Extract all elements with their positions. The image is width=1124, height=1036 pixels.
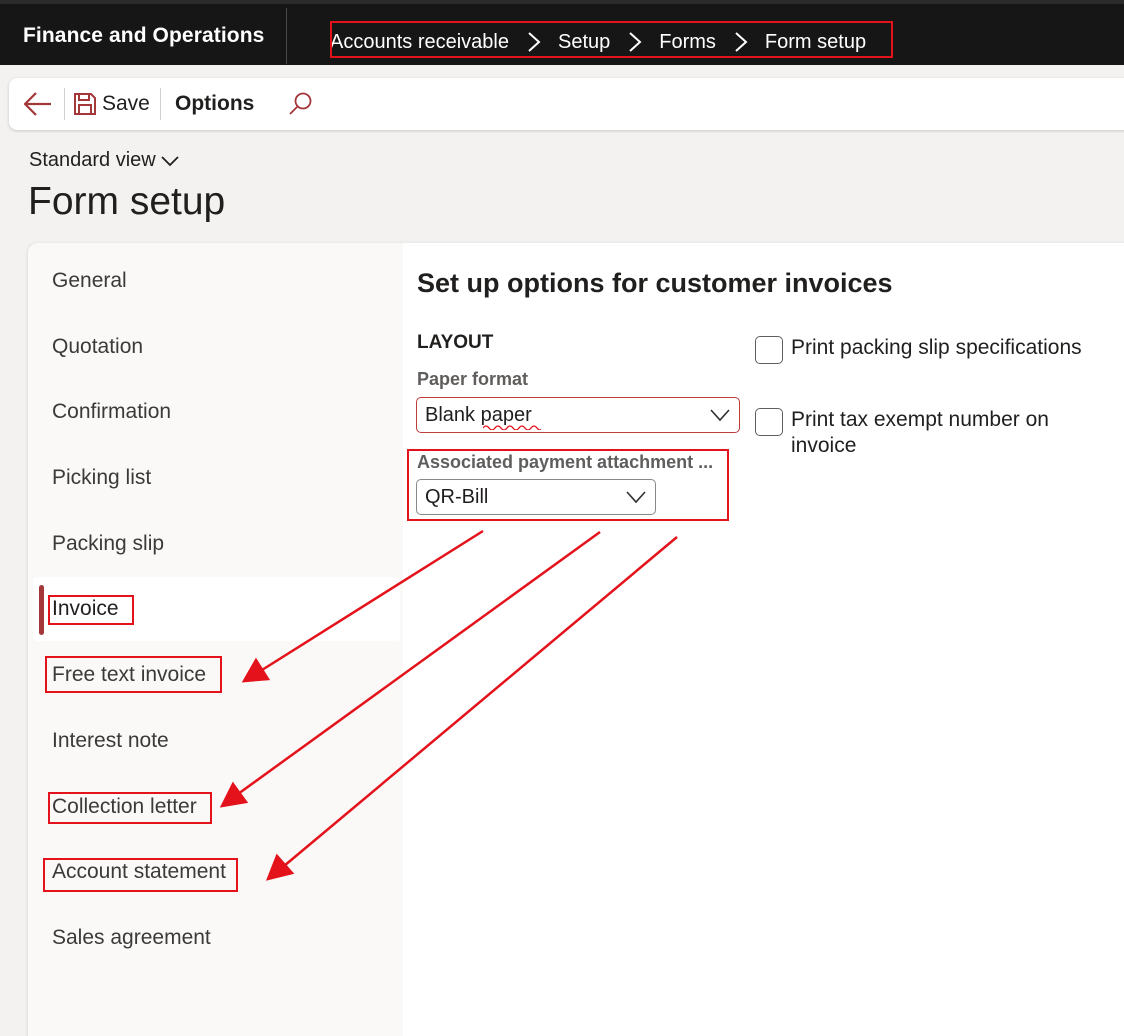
action-pane: Save Options bbox=[9, 78, 1124, 130]
annotation-box-payment-attachment bbox=[407, 449, 729, 521]
search-button[interactable] bbox=[288, 78, 314, 130]
toolbar-separator bbox=[160, 88, 161, 120]
nav-item-picking-list[interactable]: Picking list bbox=[52, 466, 151, 490]
paper-format-label: Paper format bbox=[417, 369, 529, 389]
nav-item-confirmation[interactable]: Confirmation bbox=[52, 400, 171, 424]
nav-item-interest-note[interactable]: Interest note bbox=[52, 729, 169, 753]
nav-item-sales-agreement[interactable]: Sales agreement bbox=[52, 926, 211, 950]
page-title: Form setup bbox=[28, 180, 226, 223]
back-button[interactable] bbox=[23, 78, 53, 130]
paper-format-dropdown[interactable]: Blank paper bbox=[416, 397, 740, 433]
save-label: Save bbox=[102, 92, 150, 115]
annotation-box-account-statement bbox=[43, 858, 238, 892]
save-icon bbox=[74, 93, 96, 115]
top-divider bbox=[286, 8, 287, 64]
annotation-box-invoice bbox=[48, 595, 134, 625]
section-heading: Set up options for customer invoices bbox=[417, 268, 893, 298]
toolbar-separator bbox=[64, 88, 65, 120]
view-label: Standard view bbox=[29, 149, 156, 171]
back-arrow-icon bbox=[23, 92, 51, 116]
search-icon bbox=[289, 92, 312, 115]
save-button[interactable]: Save bbox=[73, 78, 150, 130]
chevron-down-icon bbox=[161, 155, 179, 166]
checkbox-print-tax-exempt[interactable]: Print tax exempt number on invoice bbox=[755, 407, 1091, 459]
nav-item-general[interactable]: General bbox=[52, 269, 127, 293]
app-title[interactable]: Finance and Operations bbox=[23, 24, 264, 48]
options-button[interactable]: Options bbox=[175, 78, 254, 130]
annotation-box-collection-letter bbox=[48, 792, 212, 824]
checkbox-label: Print tax exempt number on invoice bbox=[791, 408, 1049, 457]
annotation-box-free-text-invoice bbox=[45, 656, 222, 693]
chevron-down-icon bbox=[710, 409, 730, 422]
checkbox-box[interactable] bbox=[755, 408, 783, 436]
checkbox-box[interactable] bbox=[755, 336, 783, 364]
group-label-layout: LAYOUT bbox=[417, 332, 494, 353]
checkbox-print-packing-slip[interactable]: Print packing slip specifications bbox=[755, 335, 1091, 364]
view-selector[interactable]: Standard view bbox=[29, 149, 180, 172]
checkbox-label: Print packing slip specifications bbox=[791, 336, 1082, 359]
annotation-box-breadcrumb bbox=[330, 21, 893, 58]
nav-selected-indicator bbox=[39, 585, 44, 635]
nav-item-quotation[interactable]: Quotation bbox=[52, 335, 143, 359]
nav-item-packing-slip[interactable]: Packing slip bbox=[52, 532, 164, 556]
options-label: Options bbox=[175, 92, 255, 115]
spellcheck-squiggle bbox=[483, 425, 541, 430]
